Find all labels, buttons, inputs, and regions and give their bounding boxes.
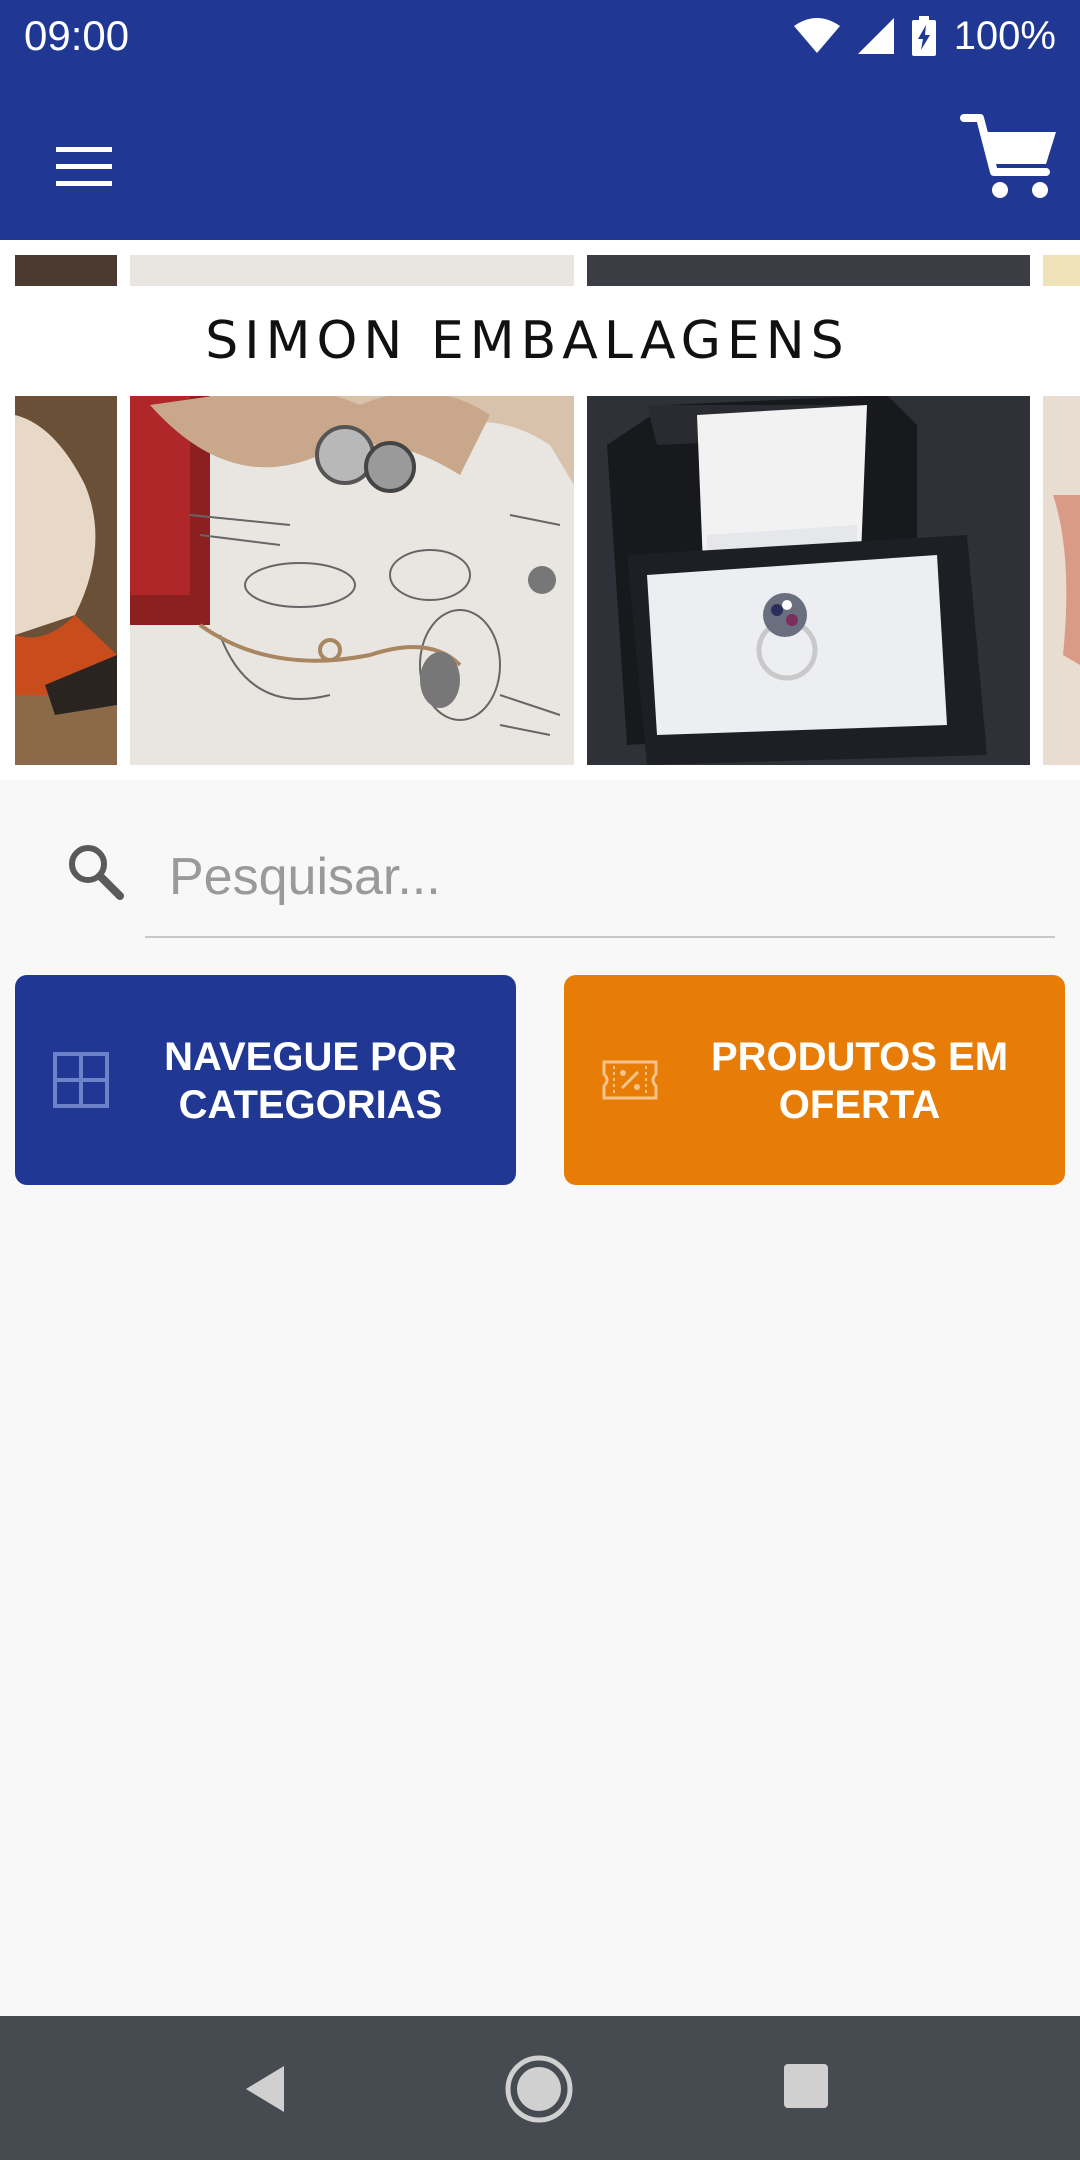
brand-banner: SIMON EMBALAGENS xyxy=(15,286,1080,396)
shopping-cart-icon xyxy=(960,114,1056,198)
status-time: 09:00 xyxy=(24,12,130,59)
browse-categories-label: NAVEGUE POR CATEGORIAS xyxy=(164,1035,457,1127)
battery-percent: 100% xyxy=(953,13,1056,58)
browse-categories-button[interactable]: NAVEGUE POR CATEGORIAS xyxy=(15,975,516,1185)
brand-title: SIMON EMBALAGENS xyxy=(205,311,850,371)
offers-label: PRODUTOS EM OFERTA xyxy=(710,1035,1009,1127)
search-bar xyxy=(0,800,1080,940)
menu-button[interactable] xyxy=(40,124,126,210)
signal-icon xyxy=(857,18,894,54)
grid-icon xyxy=(53,1052,109,1108)
status-icons: 100% xyxy=(793,10,1056,62)
home-circle-icon[interactable] xyxy=(504,2054,574,2124)
recent-apps-square-icon[interactable] xyxy=(782,2062,830,2110)
battery-charging-icon xyxy=(911,16,936,56)
cart-button[interactable] xyxy=(960,108,1060,208)
system-nav-bar xyxy=(0,2016,1080,2160)
hamburger-menu-icon xyxy=(56,147,112,186)
offers-button[interactable]: PRODUTOS EM OFERTA xyxy=(564,975,1065,1185)
app-bar xyxy=(0,72,1080,240)
wifi-icon xyxy=(793,18,840,53)
search-icon xyxy=(69,845,124,900)
discount-ticket-icon xyxy=(602,1060,658,1100)
search-input[interactable] xyxy=(145,818,1055,938)
status-bar: 09:00 100% xyxy=(0,0,1080,72)
banner-carousel[interactable]: SIMON EMBALAGENS xyxy=(0,240,1080,780)
back-triangle-icon[interactable] xyxy=(240,2062,294,2116)
